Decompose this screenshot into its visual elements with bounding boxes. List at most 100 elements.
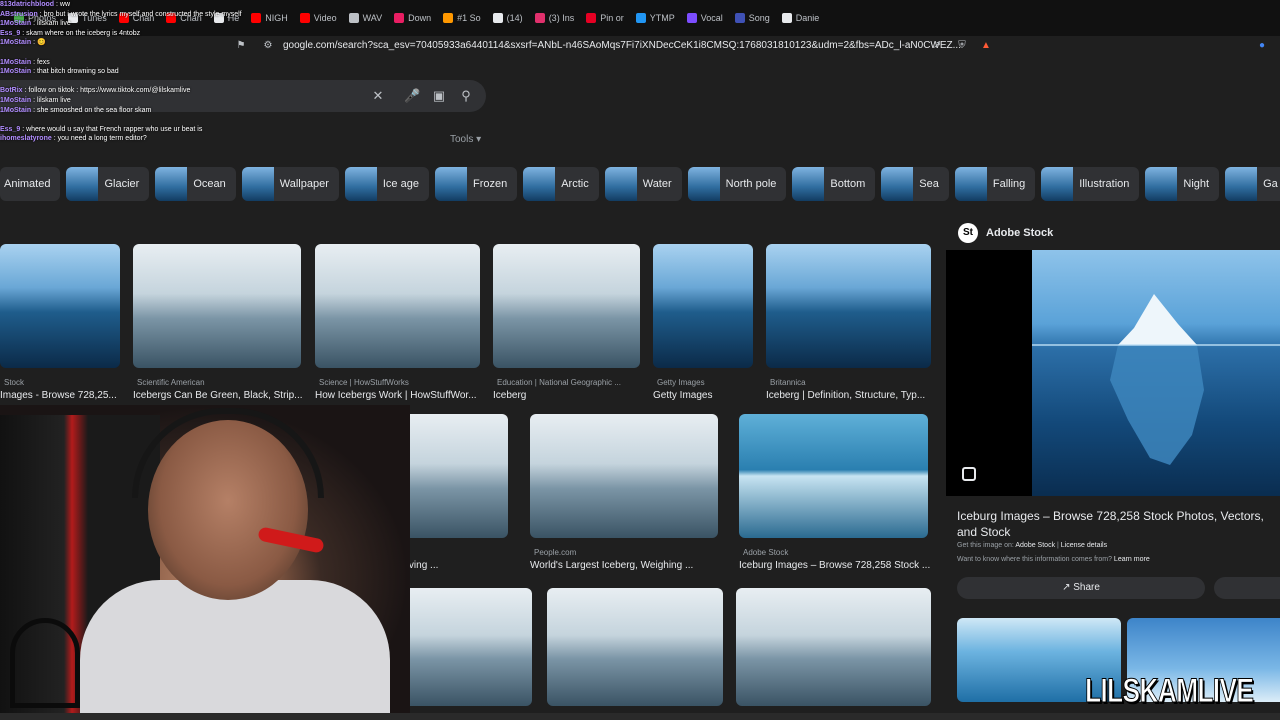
result-source[interactable]: Scientific American xyxy=(137,378,325,387)
browser-tab[interactable]: (14) xyxy=(487,0,529,36)
chat-message: Ess_9 : where would u say that French ra… xyxy=(0,125,203,133)
result-thumbnail[interactable] xyxy=(739,414,928,538)
chip-frozen[interactable]: Frozen xyxy=(434,167,518,201)
result-source[interactable]: Adobe Stock xyxy=(743,548,952,557)
result-thumbnail[interactable] xyxy=(653,244,753,368)
tab-label: Danie xyxy=(795,13,820,23)
chip-thumbnail xyxy=(344,167,377,201)
chip-thumbnail xyxy=(434,167,467,201)
result-title[interactable]: Iceburg Images – Browse 728,258 Stock ..… xyxy=(739,560,948,571)
browser-tab[interactable]: #1 So xyxy=(437,0,487,36)
result-thumbnail[interactable] xyxy=(547,588,723,706)
preview-letterbox xyxy=(946,250,1032,496)
more-button[interactable] xyxy=(1214,577,1280,599)
chat-text: bro but i wrote the lyrics myself and co… xyxy=(43,10,242,18)
result-thumbnail[interactable] xyxy=(530,414,718,538)
share-button[interactable]: ↗ Share xyxy=(957,577,1205,599)
tools-button[interactable]: Tools ▾ xyxy=(450,134,481,145)
chip-water[interactable]: Water xyxy=(604,167,682,201)
chip-ice-age[interactable]: Ice age xyxy=(344,167,429,201)
chip-north-pole[interactable]: North pole xyxy=(687,167,787,201)
extension-icon[interactable]: ● xyxy=(1256,40,1268,52)
result-thumbnail[interactable] xyxy=(766,244,931,368)
chip-night[interactable]: Night xyxy=(1145,167,1220,201)
tab-label: Pin or xyxy=(600,13,624,23)
chat-message: 1MoStain : 😊 xyxy=(0,39,46,47)
result-source[interactable]: Britannica xyxy=(770,378,955,387)
chat-text: skam where on the iceberg is 4ntobz xyxy=(26,29,141,37)
preview-image[interactable] xyxy=(1032,250,1280,496)
clear-icon[interactable]: ✕ xyxy=(370,88,386,104)
chip-arctic[interactable]: Arctic xyxy=(523,167,599,201)
chip-animated[interactable]: Animated xyxy=(0,167,61,201)
share-icon[interactable]: ↗ xyxy=(931,40,943,52)
lens-icon[interactable] xyxy=(962,467,976,481)
url-text[interactable]: google.com/search?sca_esv=70405933a64401… xyxy=(283,40,961,51)
browser-tab[interactable]: Song xyxy=(729,0,776,36)
chip-glacier[interactable]: Glacier xyxy=(66,167,150,201)
rewards-icon[interactable]: ▲ xyxy=(980,40,992,52)
result-thumbnail[interactable] xyxy=(493,244,640,368)
result-source[interactable]: Getty Images xyxy=(657,378,777,387)
chip-label: Water xyxy=(642,178,672,190)
browser-tab[interactable]: Vocal xyxy=(681,0,729,36)
chip-ocean[interactable]: Ocean xyxy=(155,167,236,201)
result-thumbnail[interactable] xyxy=(315,244,480,368)
learn-more-link[interactable]: Learn more xyxy=(1114,556,1150,563)
tab-label: (3) Ins xyxy=(548,13,575,23)
search-icon[interactable]: ⚲ xyxy=(458,88,474,104)
tab-label: (14) xyxy=(506,13,523,23)
browser-tab[interactable]: WAV xyxy=(343,0,389,36)
brave-shield-icon[interactable]: ⛨ xyxy=(956,40,968,52)
chip-label: Illustration xyxy=(1079,178,1130,190)
chip-thumbnail xyxy=(604,167,637,201)
browser-tab[interactable]: Down xyxy=(388,0,437,36)
result-thumbnail[interactable] xyxy=(0,244,120,368)
chip-illustration[interactable]: Illustration xyxy=(1041,167,1140,201)
result-source[interactable]: Education | National Geographic ... xyxy=(497,378,664,387)
result-title[interactable]: Iceberg | Definition, Structure, Typ... xyxy=(766,390,951,401)
result-title[interactable]: World's Largest Iceberg, Weighing ... xyxy=(530,560,738,571)
image-preview-panel: St Adobe Stock Iceburg Images – Browse 7… xyxy=(946,215,1280,720)
browser-tab[interactable]: Video xyxy=(294,0,343,36)
chip-sea[interactable]: Sea xyxy=(881,167,949,201)
chat-text: fexs xyxy=(36,58,50,66)
browser-tab[interactable]: YTMP xyxy=(630,0,681,36)
mic-icon[interactable]: 🎤 xyxy=(404,88,420,104)
tab-label: Song xyxy=(748,13,770,23)
browser-tab[interactable]: Danie xyxy=(776,0,826,36)
result-title[interactable]: Icebergs Can Be Green, Black, Strip... xyxy=(133,390,321,401)
camera-icon[interactable]: ▣ xyxy=(431,88,447,104)
bottom-edge xyxy=(0,713,1280,720)
chip-ga[interactable]: Ga xyxy=(1225,167,1280,201)
panel-source[interactable]: St Adobe Stock xyxy=(958,223,1053,243)
chip-thumbnail xyxy=(1225,167,1258,201)
chat-username: Ess_9 xyxy=(0,125,21,133)
result-thumbnail[interactable] xyxy=(133,244,301,368)
chip-wallpaper[interactable]: Wallpaper xyxy=(241,167,339,201)
tab-label: WAV xyxy=(362,13,383,23)
result-title[interactable]: Images - Browse 728,25... xyxy=(0,390,140,401)
result-title[interactable]: Iceberg xyxy=(493,390,660,401)
chat-username: ihomeslatyrone xyxy=(0,135,52,143)
tab-label: Video xyxy=(313,13,337,23)
chat-username: 1MoStain xyxy=(0,58,32,66)
info-note: Want to know where this information come… xyxy=(957,556,1150,563)
result-title[interactable]: Getty Images xyxy=(653,390,773,401)
license-link[interactable]: License details xyxy=(1061,542,1107,549)
chip-falling[interactable]: Falling xyxy=(954,167,1036,201)
preview-title[interactable]: Iceburg Images – Browse 728,258 Stock Ph… xyxy=(957,508,1280,540)
chip-thumbnail xyxy=(954,167,987,201)
chip-thumbnail xyxy=(241,167,274,201)
result-title[interactable]: How Icebergs Work | HowStuffWor... xyxy=(315,390,500,401)
result-source[interactable]: Science | HowStuffWorks xyxy=(319,378,504,387)
chat-message xyxy=(0,48,300,58)
browser-tab[interactable]: (3) Ins xyxy=(529,0,581,36)
result-thumbnail[interactable] xyxy=(736,588,931,706)
browser-tab[interactable]: Pin or xyxy=(580,0,630,36)
result-source[interactable]: Stock xyxy=(4,378,144,387)
chip-bottom[interactable]: Bottom xyxy=(792,167,876,201)
chat-username: 1MoStain xyxy=(0,68,32,76)
result-source[interactable]: People.com xyxy=(534,548,742,557)
source-link[interactable]: Adobe Stock xyxy=(1015,542,1055,549)
